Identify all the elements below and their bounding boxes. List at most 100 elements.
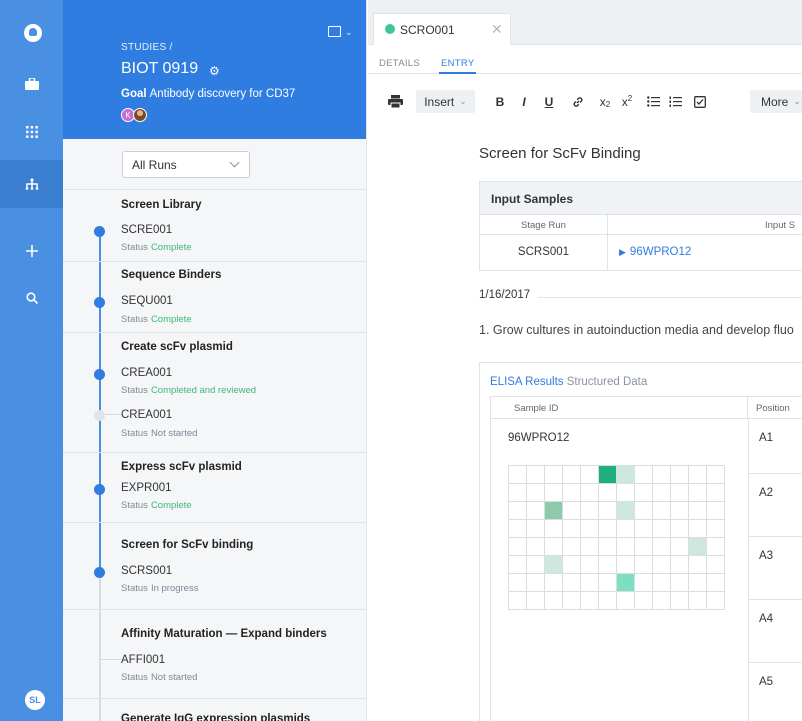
plate-well[interactable]: [526, 591, 545, 610]
plate-well[interactable]: [688, 501, 707, 520]
document-tab[interactable]: SCRO001 ✕: [373, 13, 511, 45]
numbered-list-button[interactable]: [666, 90, 684, 113]
panel-toggle[interactable]: ⌄: [328, 25, 354, 39]
plate-well[interactable]: [688, 555, 707, 574]
plate-well[interactable]: [706, 501, 725, 520]
superscript-button[interactable]: x2: [619, 90, 635, 113]
plate-well[interactable]: [652, 483, 671, 502]
plate-well[interactable]: [508, 483, 527, 502]
plate-well[interactable]: [616, 555, 635, 574]
plate-well[interactable]: [688, 591, 707, 610]
plate-well[interactable]: [544, 573, 563, 592]
plate-well[interactable]: [634, 483, 653, 502]
member-avatar-photo[interactable]: [133, 108, 147, 122]
underline-button[interactable]: U: [541, 90, 557, 113]
plate-well[interactable]: [688, 483, 707, 502]
plate-well[interactable]: [652, 555, 671, 574]
inventory-nav[interactable]: [0, 60, 63, 108]
plate-well[interactable]: [634, 591, 653, 610]
plate-well[interactable]: [652, 591, 671, 610]
create-nav[interactable]: [0, 227, 63, 275]
stage-title[interactable]: Sequence Binders: [121, 269, 221, 281]
plate-well[interactable]: [580, 537, 599, 556]
plate-well[interactable]: [616, 501, 635, 520]
plate-well[interactable]: [706, 519, 725, 538]
plate-well[interactable]: [670, 555, 689, 574]
stage-title[interactable]: Screen for ScFv binding: [121, 539, 253, 551]
plate-well[interactable]: [598, 519, 617, 538]
italic-button[interactable]: I: [516, 90, 532, 113]
plate-well[interactable]: [634, 537, 653, 556]
plate-well[interactable]: [526, 483, 545, 502]
plate-well[interactable]: [688, 537, 707, 556]
plate-well[interactable]: [598, 501, 617, 520]
plate-well[interactable]: [544, 519, 563, 538]
plate-well[interactable]: [670, 465, 689, 484]
plate-well[interactable]: [580, 465, 599, 484]
breadcrumb[interactable]: STUDIES /: [121, 42, 173, 53]
entry-title[interactable]: Screen for ScFv Binding: [479, 145, 641, 162]
close-icon[interactable]: ✕: [491, 21, 503, 38]
plate-well[interactable]: [598, 483, 617, 502]
run-name[interactable]: CREA001: [121, 367, 172, 379]
plate-well[interactable]: [670, 573, 689, 592]
protocol-step[interactable]: 1. Grow cultures in autoinduction media …: [479, 323, 794, 337]
plate-well[interactable]: [634, 555, 653, 574]
plate-well[interactable]: [670, 501, 689, 520]
link-button[interactable]: [570, 90, 586, 113]
plate-well[interactable]: [706, 555, 725, 574]
plate-well[interactable]: [616, 465, 635, 484]
plate-well[interactable]: [580, 501, 599, 520]
gear-icon[interactable]: ⚙: [209, 64, 220, 78]
stage-title[interactable]: Create scFv plasmid: [121, 341, 233, 353]
more-dropdown[interactable]: More ⌄: [750, 90, 802, 113]
stage-title[interactable]: Screen Library: [121, 199, 202, 211]
runs-filter-select[interactable]: All Runs: [122, 151, 250, 178]
plate-well[interactable]: [616, 537, 635, 556]
plate-well[interactable]: [598, 555, 617, 574]
subscript-button[interactable]: x2: [597, 90, 613, 113]
plate-well[interactable]: [580, 555, 599, 574]
plate-well[interactable]: [598, 573, 617, 592]
plate-well[interactable]: [580, 573, 599, 592]
plate-well[interactable]: [634, 465, 653, 484]
apps-nav[interactable]: [0, 108, 63, 156]
run-name[interactable]: EXPR001: [121, 482, 172, 494]
plate-well[interactable]: [688, 465, 707, 484]
plate-well[interactable]: [508, 591, 527, 610]
plate-well[interactable]: [508, 573, 527, 592]
user-avatar[interactable]: SL: [25, 690, 45, 710]
bullet-list-button[interactable]: [644, 90, 662, 113]
plate-well[interactable]: [616, 483, 635, 502]
print-button[interactable]: [385, 90, 405, 113]
logo-icon[interactable]: [24, 24, 42, 42]
plate-well[interactable]: [562, 519, 581, 538]
stage-title[interactable]: Express scFv plasmid: [121, 461, 242, 473]
plate-well[interactable]: [580, 591, 599, 610]
plate-well[interactable]: [526, 573, 545, 592]
plate-well[interactable]: [634, 519, 653, 538]
plate-well[interactable]: [508, 555, 527, 574]
plate-well[interactable]: [544, 591, 563, 610]
plate-well[interactable]: [652, 465, 671, 484]
plate-well[interactable]: [652, 537, 671, 556]
plate-well[interactable]: [688, 573, 707, 592]
plate-well[interactable]: [616, 519, 635, 538]
run-name[interactable]: AFFI001: [121, 654, 165, 666]
plate-well[interactable]: [508, 519, 527, 538]
plate-well[interactable]: [526, 555, 545, 574]
plate-well[interactable]: [580, 519, 599, 538]
plate-well[interactable]: [562, 483, 581, 502]
plate-well[interactable]: [508, 501, 527, 520]
plate-well[interactable]: [526, 537, 545, 556]
plate-well[interactable]: [562, 465, 581, 484]
tab-entry[interactable]: ENTRY: [441, 58, 475, 69]
plate-well[interactable]: [562, 573, 581, 592]
plate-well[interactable]: [562, 591, 581, 610]
plate-well[interactable]: [598, 591, 617, 610]
plate-well[interactable]: [544, 465, 563, 484]
stage-title[interactable]: Generate IgG expression plasmids: [121, 713, 310, 721]
plate-well[interactable]: [508, 465, 527, 484]
tab-details[interactable]: DETAILS: [379, 58, 420, 69]
plate-well[interactable]: [706, 591, 725, 610]
